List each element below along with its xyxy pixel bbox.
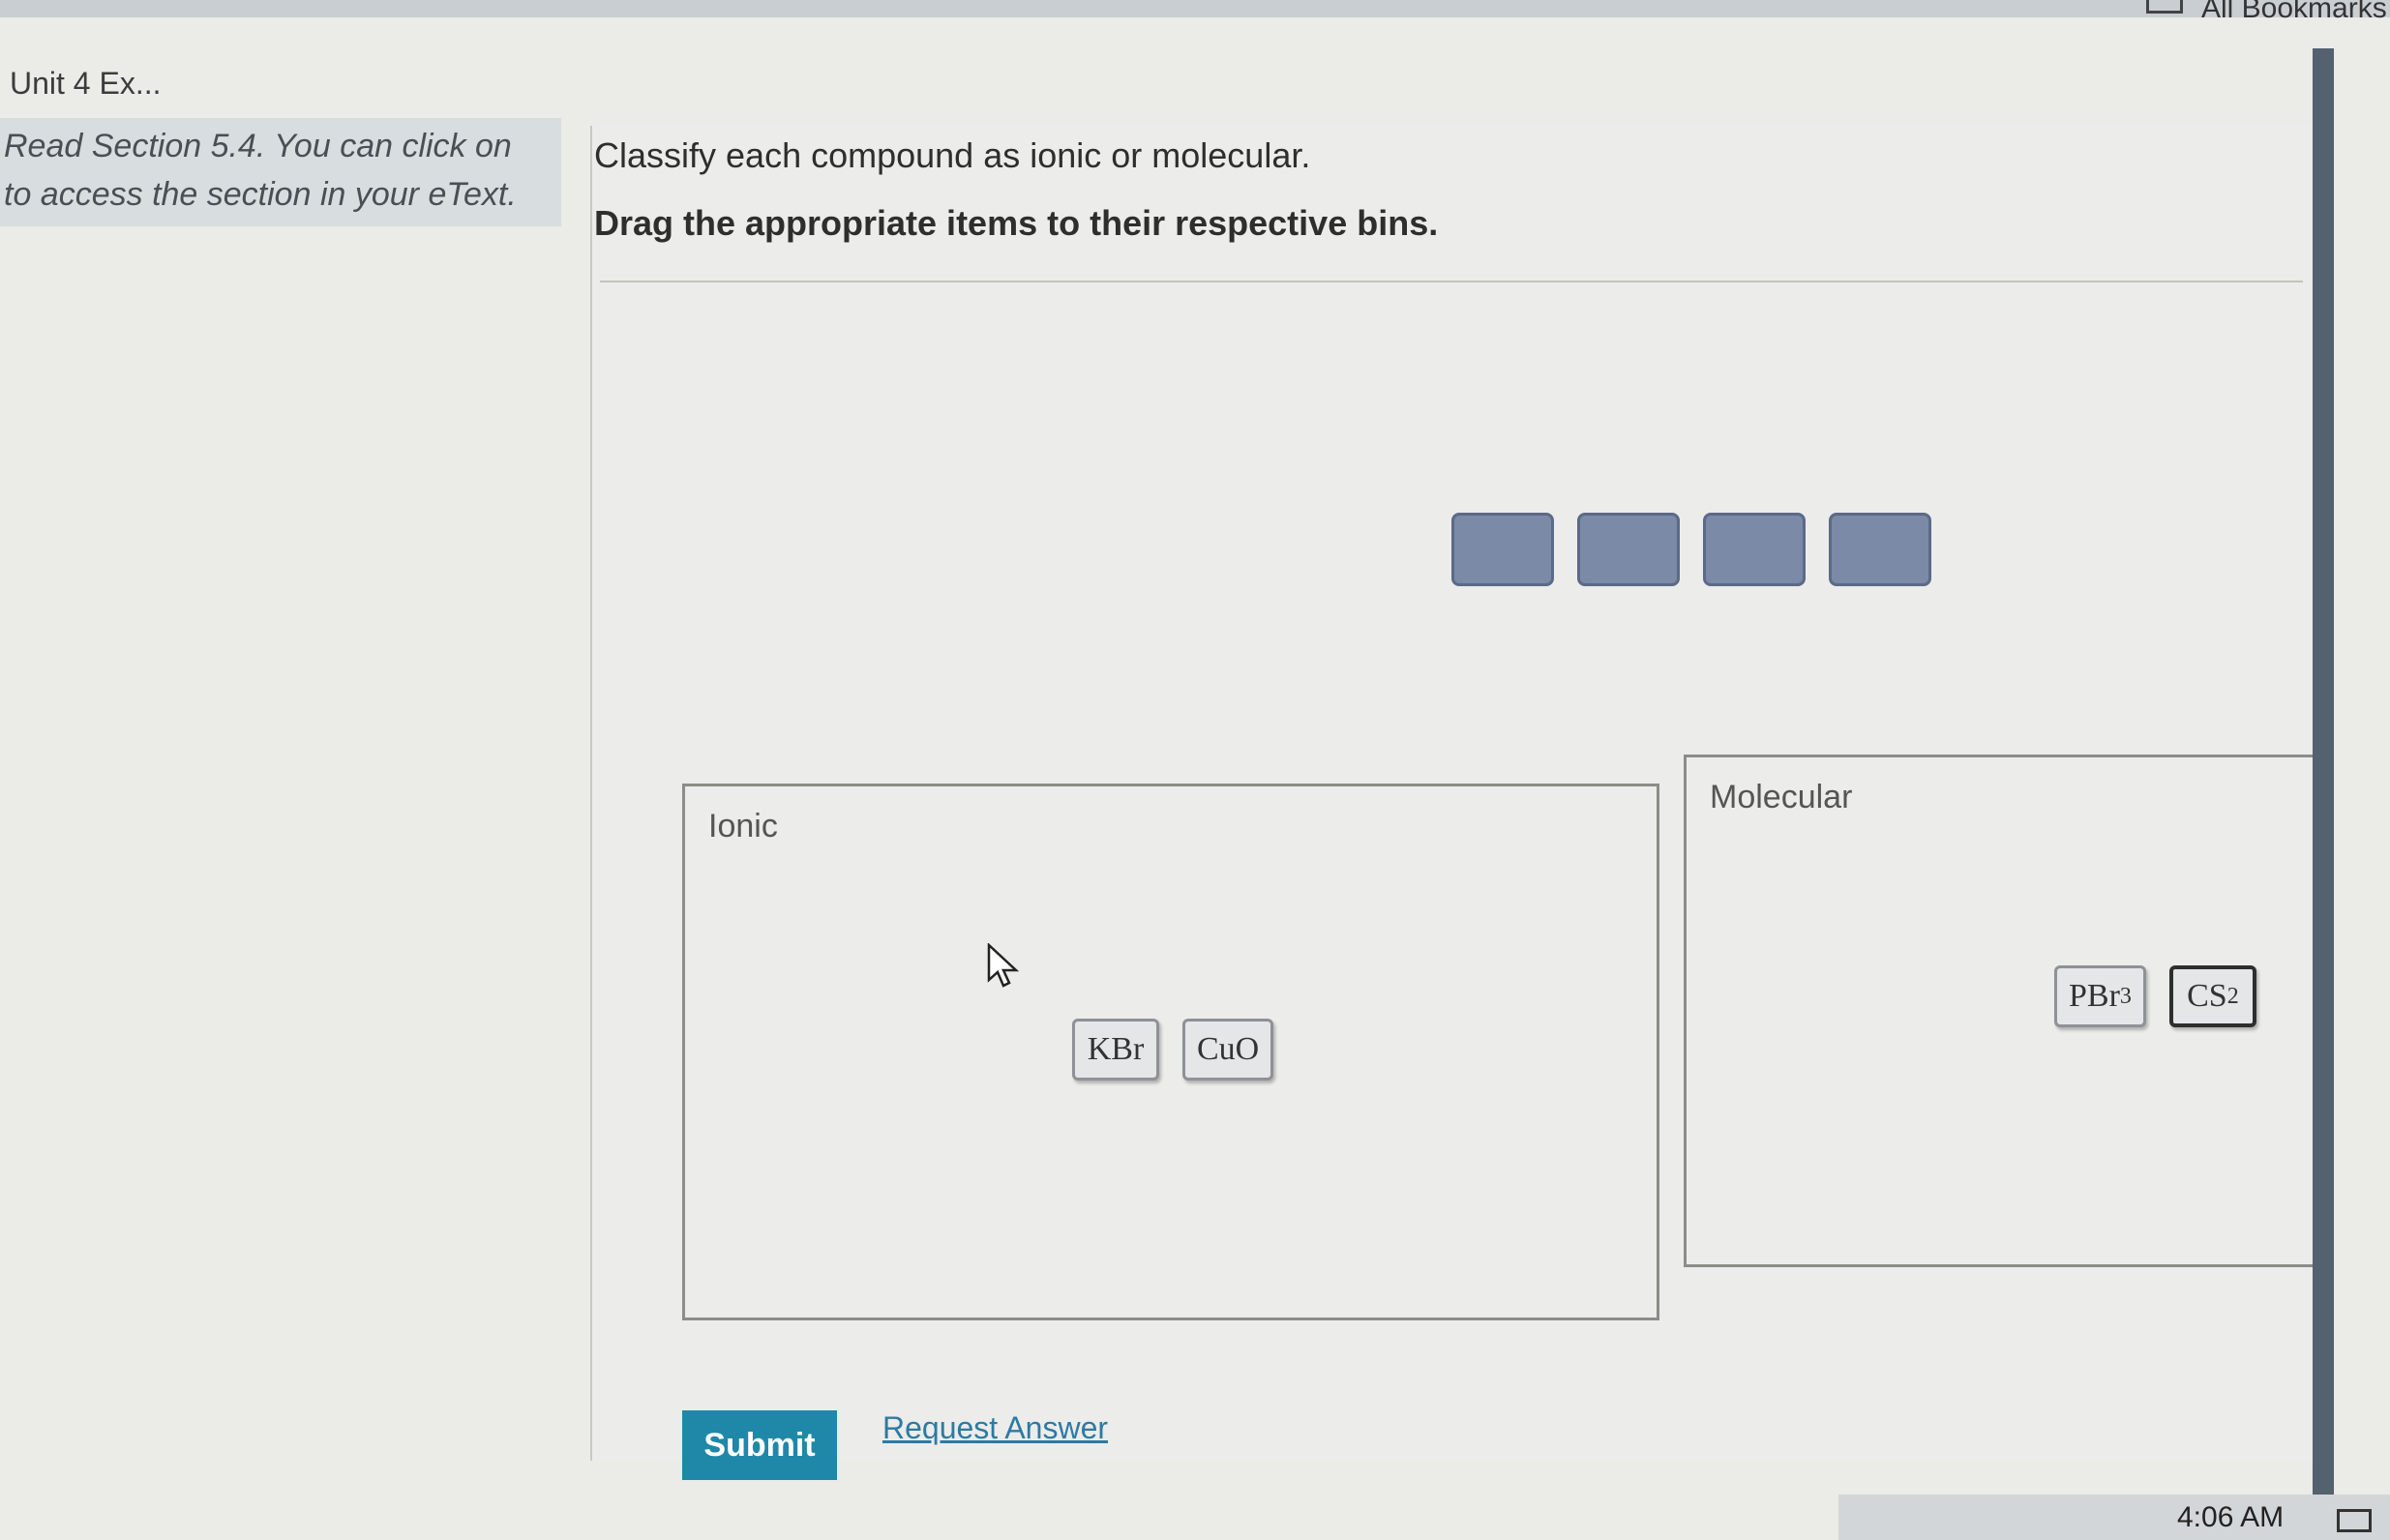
compound-chip-kbr[interactable]: KBr	[1072, 1019, 1159, 1081]
bookmarks-folder-icon[interactable]	[2146, 0, 2183, 14]
molecular-bin-items: PBr 3 CS 2	[2054, 965, 2256, 1027]
item-pool	[1451, 513, 1931, 590]
bookmarks-label[interactable]: All Bookmarks	[2201, 0, 2387, 25]
ionic-bin-label: Ionic	[708, 808, 778, 844]
empty-item-slot[interactable]	[1703, 513, 1806, 586]
question-instruction: Classify each compound as ionic or molec…	[594, 135, 1311, 175]
notification-icon[interactable]	[2337, 1509, 2372, 1532]
compound-chip-cuo[interactable]: CuO	[1182, 1019, 1274, 1081]
molecular-bin-label: Molecular	[1710, 779, 1853, 815]
empty-item-slot[interactable]	[1577, 513, 1680, 586]
taskbar-clock[interactable]: 4:06 AM	[2177, 1501, 2284, 1534]
empty-item-slot[interactable]	[1451, 513, 1554, 586]
ionic-bin[interactable]: Ionic KBr CuO	[682, 784, 1659, 1320]
browser-top-bar	[0, 0, 2390, 17]
mouse-pointer-icon	[987, 942, 1020, 994]
drag-instruction: Drag the appropriate items to their resp…	[594, 203, 1439, 243]
divider	[600, 281, 2303, 282]
ionic-bin-items: KBr CuO	[1072, 1019, 1274, 1081]
compound-chip-cs2[interactable]: CS 2	[2168, 965, 2256, 1027]
submit-button[interactable]: Submit	[682, 1410, 837, 1480]
hint-panel: Read Section 5.4. You can click on to ac…	[0, 118, 561, 226]
page-tab-title: Unit 4 Ex...	[10, 66, 162, 101]
compound-chip-pbr3[interactable]: PBr 3	[2054, 965, 2146, 1027]
molecular-bin[interactable]: Molecular PBr 3 CS 2	[1684, 755, 2317, 1267]
scrollbar[interactable]	[2313, 48, 2334, 1499]
taskbar	[1838, 1495, 2390, 1540]
hint-text: Read Section 5.4. You can click on to ac…	[4, 128, 517, 213]
screen: All Bookmarks Unit 4 Ex... Read Section …	[0, 0, 2390, 1540]
empty-item-slot[interactable]	[1829, 513, 1931, 586]
request-answer-link[interactable]: Request Answer	[882, 1410, 1108, 1446]
